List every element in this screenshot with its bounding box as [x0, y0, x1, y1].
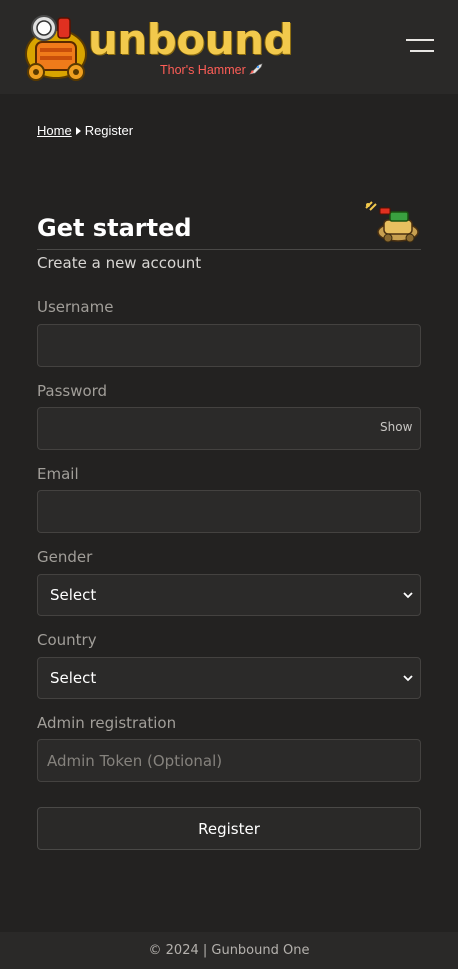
breadcrumb-caret-icon — [75, 126, 81, 135]
mascot-illustration-icon — [365, 201, 419, 243]
hamburger-line-top — [406, 39, 434, 41]
page-title: Get started — [37, 214, 192, 242]
username-label: Username — [37, 298, 114, 316]
email-input[interactable] — [37, 490, 421, 533]
admin-registration-label: Admin registration — [37, 714, 177, 732]
page-subtitle: Create a new account — [37, 254, 202, 272]
hamburger-line-bottom — [410, 50, 434, 52]
country-label: Country — [37, 631, 97, 649]
country-select-value: Select — [50, 669, 97, 687]
logo-subtitle-text: Thor's Hammer — [160, 63, 246, 77]
password-label: Password — [37, 382, 108, 400]
rocket-icon — [248, 63, 263, 75]
site-logo[interactable]: unbound Thor's Hammer — [22, 14, 294, 82]
logo-subtitle: Thor's Hammer — [160, 63, 263, 77]
country-select[interactable]: Select — [37, 657, 421, 699]
menu-toggle-button[interactable] — [406, 37, 434, 55]
site-footer: © 2024 | Gunbound One — [0, 932, 458, 969]
site-header: unbound Thor's Hammer — [0, 0, 458, 94]
chevron-down-icon — [403, 675, 413, 682]
breadcrumb-home-link[interactable]: Home — [37, 123, 72, 138]
gender-label: Gender — [37, 548, 93, 566]
chevron-down-icon — [403, 592, 413, 599]
admin-token-input[interactable] — [37, 739, 421, 782]
register-button[interactable]: Register — [37, 807, 421, 850]
gender-select[interactable]: Select — [37, 574, 421, 616]
gender-select-value: Select — [50, 586, 97, 604]
breadcrumb-current: Register — [84, 123, 134, 138]
password-input[interactable] — [37, 407, 421, 450]
logo-mascot-icon — [25, 15, 87, 81]
footer-copyright: © 2024 | Gunbound One — [148, 943, 310, 958]
email-label: Email — [37, 465, 79, 483]
breadcrumb: Home Register — [37, 123, 133, 138]
logo-text: unbound — [88, 15, 294, 64]
password-show-toggle[interactable]: Show — [380, 420, 412, 434]
title-divider — [37, 249, 421, 250]
username-input[interactable] — [37, 324, 421, 367]
